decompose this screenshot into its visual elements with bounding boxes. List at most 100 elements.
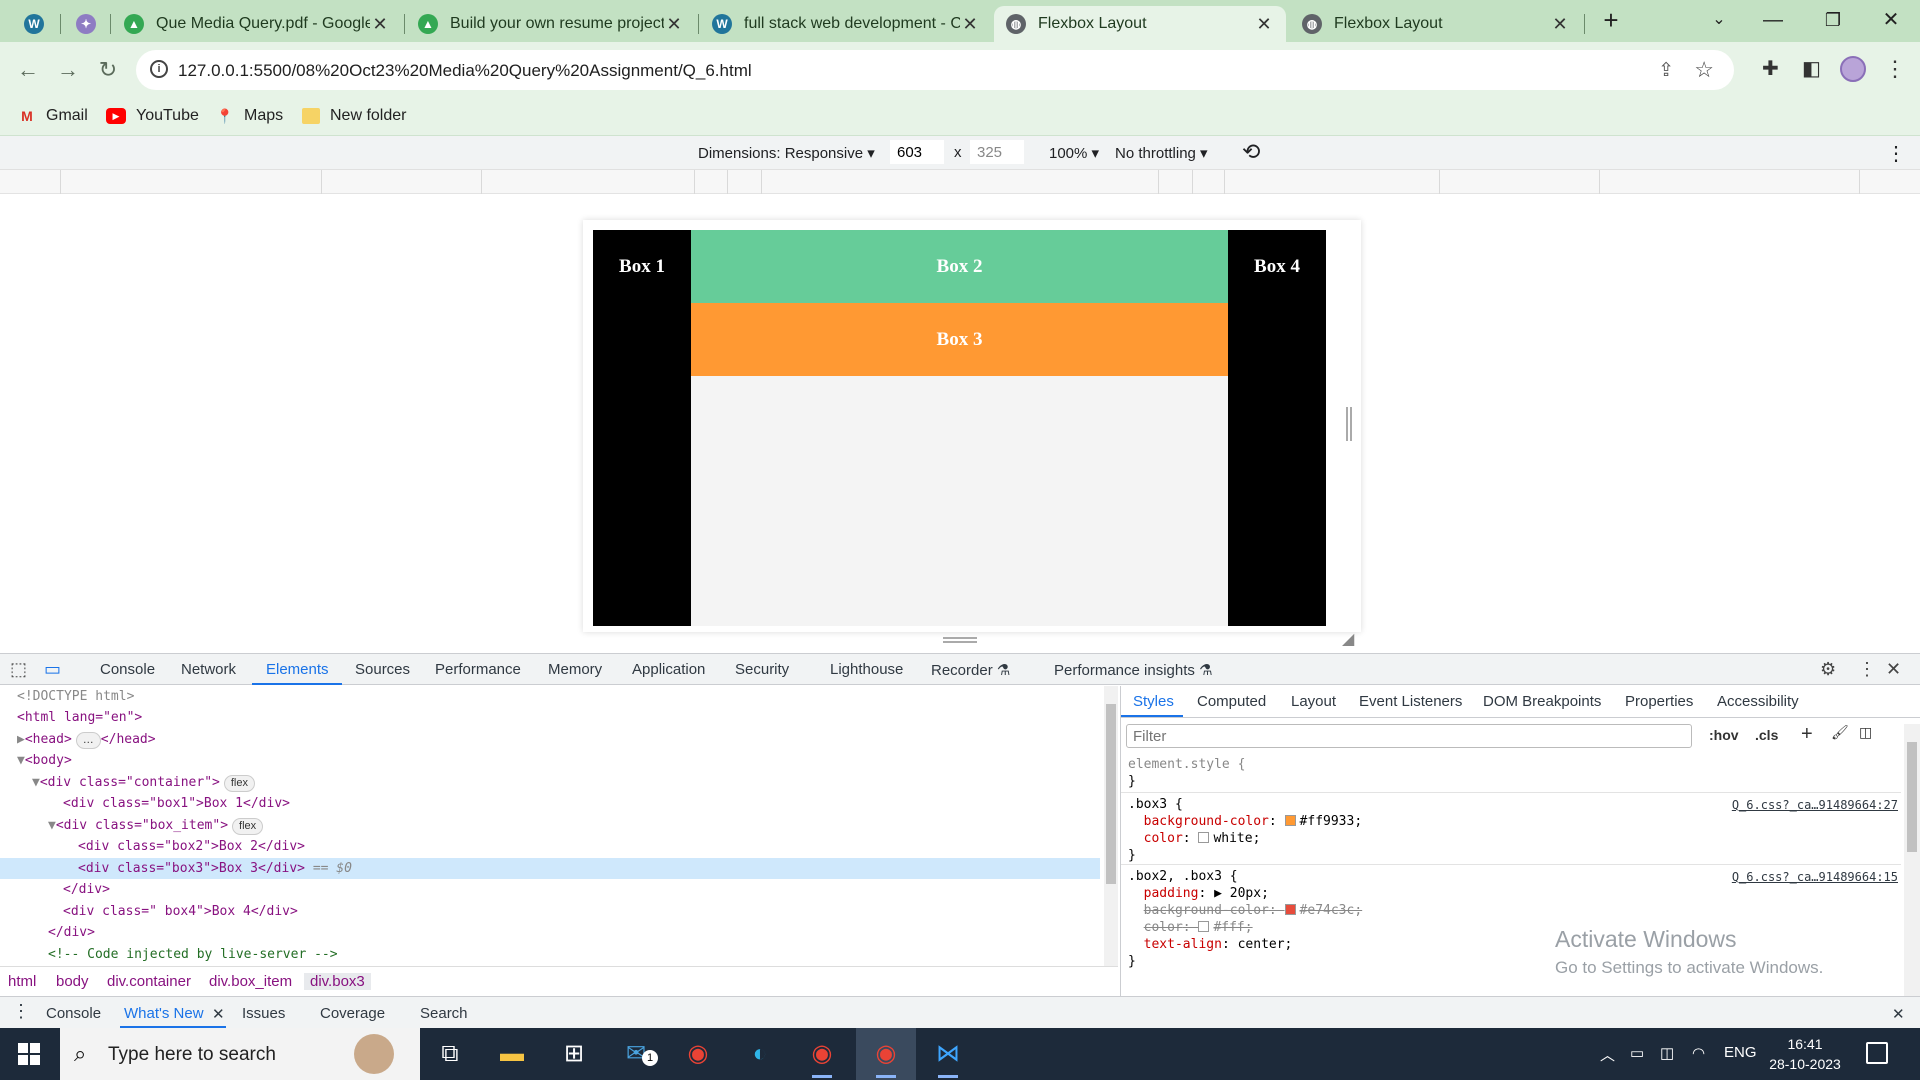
- width-input[interactable]: [890, 140, 944, 164]
- meet-now-icon[interactable]: ◫: [1660, 1044, 1674, 1062]
- edge-icon[interactable]: ◐: [730, 1028, 790, 1080]
- throttling-dropdown[interactable]: No throttling ▾: [1115, 144, 1208, 162]
- tab-lighthouse[interactable]: Lighthouse: [830, 661, 903, 678]
- flex-badge[interactable]: flex: [232, 818, 264, 835]
- restore-button[interactable]: ❐: [1808, 4, 1858, 36]
- dom-head[interactable]: ▶<head>… </head>: [0, 729, 1100, 750]
- tab-build-resume[interactable]: ▲ Build your own resume project. ✕: [406, 6, 696, 42]
- vscode-icon[interactable]: ⋈: [918, 1028, 978, 1080]
- bookmark-new-folder[interactable]: New folder: [302, 107, 406, 125]
- flex-badge[interactable]: flex: [223, 775, 255, 792]
- bookmark-gmail[interactable]: M Gmail: [18, 107, 88, 125]
- height-input[interactable]: [970, 140, 1024, 164]
- dom-box-item-close[interactable]: </div>: [0, 879, 1100, 900]
- close-icon[interactable]: ✕: [1550, 14, 1570, 35]
- shared-source-link[interactable]: Q_6.css?_ca…91489664:15: [1732, 870, 1898, 884]
- drawer-tab-issues[interactable]: Issues: [242, 1005, 285, 1022]
- dom-doctype[interactable]: <!DOCTYPE html>: [0, 686, 1100, 707]
- resize-handle-bottom[interactable]: [943, 637, 977, 643]
- dom-container-close[interactable]: </div>: [0, 922, 1100, 943]
- shared-rule[interactable]: .box2, .box3 { padding: ▶ 20px; backgrou…: [1128, 868, 1362, 970]
- tab-application[interactable]: Application: [632, 661, 705, 678]
- dom-body[interactable]: ▼<body>: [0, 750, 1100, 771]
- bookmark-maps[interactable]: 📍 Maps: [216, 107, 283, 125]
- windows-start-icon[interactable]: [18, 1043, 40, 1065]
- tab-computed[interactable]: Computed: [1197, 693, 1266, 710]
- tab-sources[interactable]: Sources: [355, 661, 410, 678]
- back-button[interactable]: ←: [12, 54, 44, 86]
- microsoft-store-icon[interactable]: ⊞: [544, 1028, 604, 1080]
- task-view-icon[interactable]: ⧉: [420, 1028, 480, 1080]
- tab-event-listeners[interactable]: Event Listeners: [1359, 693, 1462, 710]
- file-explorer-icon[interactable]: ▬: [482, 1028, 542, 1080]
- minimize-button[interactable]: —: [1748, 4, 1798, 36]
- media-query-ruler[interactable]: [0, 170, 1920, 194]
- dom-box4[interactable]: <div class=" box4">Box 4</div>: [0, 901, 1100, 922]
- rotate-icon[interactable]: ⟲: [1242, 139, 1260, 165]
- bookmark-star-icon[interactable]: ☆: [1694, 57, 1714, 83]
- drawer-tab-console[interactable]: Console: [46, 1005, 101, 1022]
- styles-scrollbar[interactable]: [1904, 724, 1920, 996]
- drawer-menu-icon[interactable]: ⋮: [12, 1001, 30, 1022]
- language-indicator[interactable]: ENG: [1724, 1044, 1757, 1061]
- dom-box-item[interactable]: ▼<div class="box_item"> flex: [0, 815, 1100, 836]
- dom-comment[interactable]: <!-- Code injected by live-server -->: [0, 944, 1100, 965]
- tab-ai[interactable]: ✦: [64, 6, 108, 42]
- bookmark-youtube[interactable]: ▶ YouTube: [106, 107, 199, 125]
- drawer-tab-whats-new[interactable]: What's New: [124, 1005, 204, 1022]
- chrome-icon[interactable]: ◉: [668, 1028, 728, 1080]
- close-icon[interactable]: ✕: [664, 14, 684, 35]
- tab-que-media-query[interactable]: ▲ Que Media Query.pdf - Google ✕: [112, 6, 402, 42]
- dom-html[interactable]: <html lang="en">: [0, 707, 1100, 728]
- hov-toggle[interactable]: :hov: [1709, 727, 1739, 743]
- box3-rule[interactable]: .box3 { background-color: #ff9933; color…: [1128, 796, 1362, 864]
- tab-accessibility[interactable]: Accessibility: [1717, 693, 1799, 710]
- tab-properties[interactable]: Properties: [1625, 693, 1693, 710]
- dom-box1[interactable]: <div class="box1">Box 1</div>: [0, 793, 1100, 814]
- dom-box3-selected[interactable]: <div class="box3">Box 3</div> == $0: [0, 858, 1100, 879]
- elements-scrollbar[interactable]: [1104, 686, 1118, 966]
- show-hidden-icons-icon[interactable]: ︿: [1600, 1044, 1615, 1065]
- chrome-profile-icon[interactable]: ◉: [792, 1028, 852, 1080]
- zoom-dropdown[interactable]: 100% ▾: [1049, 144, 1099, 162]
- drawer-tab-coverage[interactable]: Coverage: [320, 1005, 385, 1022]
- chrome-active-icon[interactable]: ◉: [856, 1028, 916, 1080]
- paint-brush-icon[interactable]: 🖌: [1831, 724, 1849, 741]
- styles-filter-input[interactable]: [1126, 724, 1692, 748]
- url-text[interactable]: 127.0.0.1:5500/08%20Oct23%20Media%20Quer…: [178, 61, 752, 81]
- close-icon[interactable]: ✕: [960, 14, 980, 35]
- mail-icon[interactable]: ✉ 1: [606, 1028, 666, 1080]
- close-drawer-icon[interactable]: ✕: [1892, 1005, 1905, 1023]
- tab-full-stack[interactable]: W full stack web development - Co ✕: [700, 6, 992, 42]
- tab-flexbox-layout-active[interactable]: ◍ Flexbox Layout ✕: [994, 6, 1286, 42]
- reload-button[interactable]: ↻: [92, 54, 124, 86]
- wifi-icon[interactable]: ◠: [1692, 1044, 1705, 1062]
- new-rule-icon[interactable]: +: [1801, 723, 1813, 746]
- sidebar-toggle-icon[interactable]: ◫: [1859, 724, 1872, 741]
- dom-container[interactable]: ▼<div class="container"> flex: [0, 772, 1100, 793]
- share-icon[interactable]: ⇪: [1658, 59, 1674, 82]
- dom-box2[interactable]: <div class="box2">Box 2</div>: [0, 836, 1100, 857]
- close-window-button[interactable]: ✕: [1866, 4, 1916, 36]
- crumb-box-item[interactable]: div.box_item: [209, 973, 292, 990]
- site-info-icon[interactable]: i: [150, 60, 168, 78]
- chrome-menu-icon[interactable]: ⋮: [1884, 56, 1906, 82]
- crumb-body[interactable]: body: [56, 973, 89, 990]
- tab-console[interactable]: Console: [100, 661, 155, 678]
- resize-handle-corner[interactable]: ◢: [1342, 629, 1354, 649]
- devtools-menu-icon[interactable]: ⋮: [1858, 659, 1876, 680]
- taskbar-search[interactable]: ⌕ Type here to search: [60, 1028, 420, 1080]
- tab-search-chevron-icon[interactable]: ⌄: [1694, 4, 1744, 36]
- profile-avatar[interactable]: [1840, 56, 1866, 82]
- crumb-html[interactable]: html: [8, 973, 36, 990]
- tab-wordpress[interactable]: W: [12, 6, 56, 42]
- settings-gear-icon[interactable]: ⚙: [1820, 659, 1836, 680]
- extensions-icon[interactable]: ✚: [1762, 56, 1779, 81]
- close-devtools-icon[interactable]: ✕: [1886, 659, 1901, 680]
- tab-memory[interactable]: Memory: [548, 661, 602, 678]
- close-icon[interactable]: ✕: [370, 14, 390, 35]
- inspect-element-icon[interactable]: ⬚: [10, 659, 27, 680]
- element-style-rule[interactable]: element.style { }: [1128, 756, 1245, 790]
- box3-source-link[interactable]: Q_6.css?_ca…91489664:27: [1732, 798, 1898, 812]
- tab-elements[interactable]: Elements: [266, 661, 329, 678]
